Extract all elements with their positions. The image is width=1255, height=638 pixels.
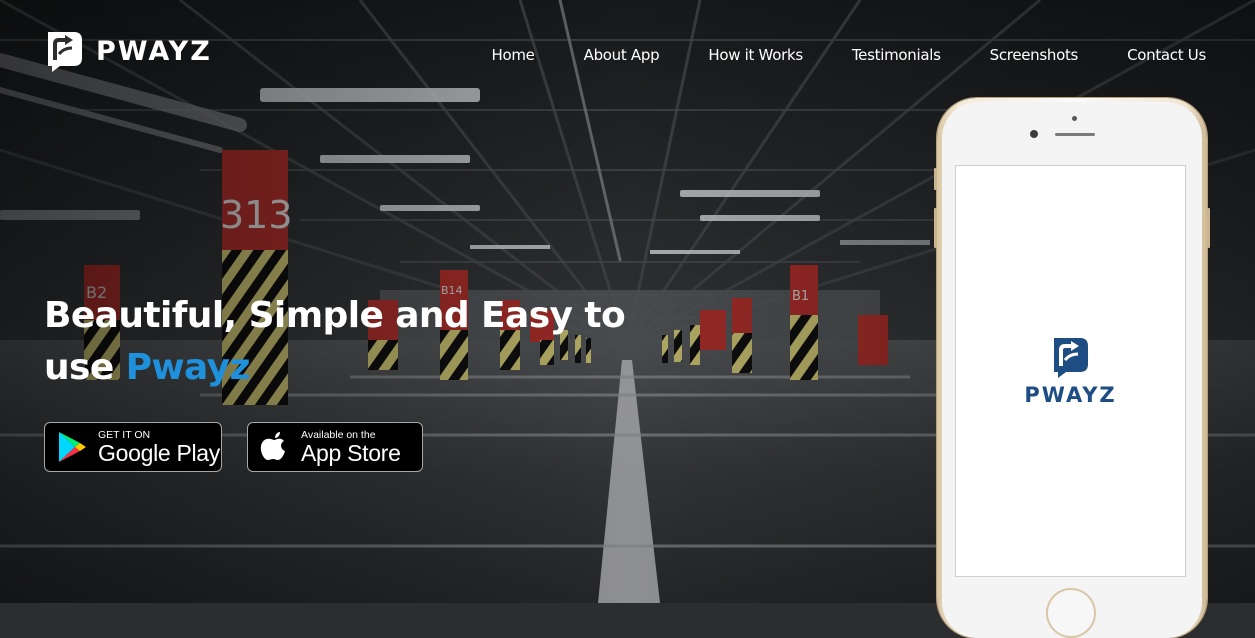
site-logo[interactable]: PWAYZ [44,28,212,74]
hero-title-brand: Pwayz [125,347,251,388]
google-play-big-text: Google Play [98,440,220,466]
hero-title-prefix: use [44,347,126,388]
nav-contact-us[interactable]: Contact Us [1127,46,1206,64]
apple-icon [260,432,285,460]
app-store-big-text: App Store [301,440,401,466]
phone-volume-up [934,208,937,248]
main-nav: Home About App How it Works Testimonials… [492,46,1207,64]
phone-sensor [1072,116,1077,121]
phone-screen: PWAYZ [955,165,1186,577]
phone-mute-switch [934,168,937,190]
nav-screenshots[interactable]: Screenshots [990,46,1079,64]
app-store-button[interactable]: Available on the App Store [247,422,423,472]
nav-testimonials[interactable]: Testimonials [852,46,941,64]
app-name: PWAYZ [1024,383,1117,407]
google-play-icon [59,432,86,462]
app-logo-icon [1053,338,1088,378]
phone-mockup: PWAYZ [934,98,1210,638]
phone-power-button [1207,208,1210,248]
logo-text: PWAYZ [96,35,212,67]
google-play-button[interactable]: GET IT ON Google Play [44,422,222,472]
parking-arrow-icon [48,32,82,72]
phone-home-button [1046,588,1096,638]
phone-camera [1030,130,1038,138]
nav-about-app[interactable]: About App [584,46,660,64]
hero-title-line1: Beautiful, Simple and Easy to [44,295,626,336]
phone-speaker [1055,133,1095,136]
hero-title: Beautiful, Simple and Easy to use Pwayz [44,290,644,394]
nav-home[interactable]: Home [492,46,535,64]
nav-how-it-works[interactable]: How it Works [708,46,803,64]
